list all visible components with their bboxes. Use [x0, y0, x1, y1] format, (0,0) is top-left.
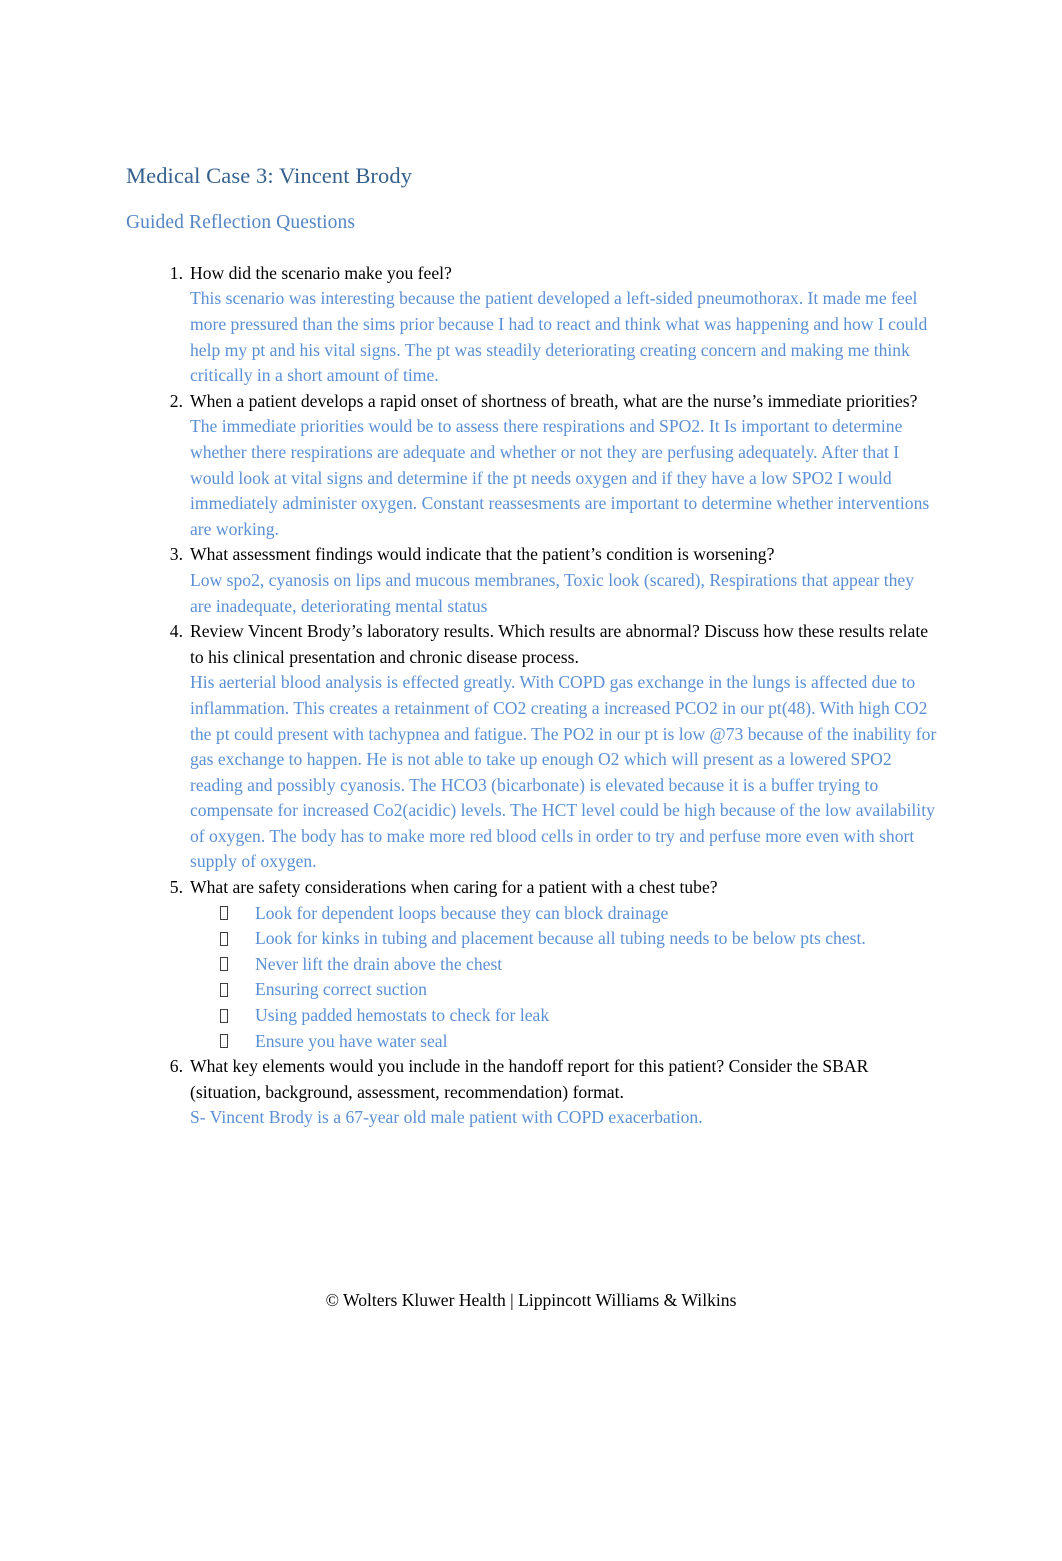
list-item: 5. What are safety considerations when c…	[126, 875, 938, 1054]
bullet-text: Ensuring correct suction	[255, 979, 427, 1000]
missing-glyph-box-icon	[220, 1034, 228, 1049]
document-body: Medical Case 3: Vincent Brody Guided Ref…	[126, 162, 938, 1131]
list-item: Never lift the drain above the chest	[190, 952, 938, 978]
safety-considerations-list: Look for dependent loops because they ca…	[190, 901, 938, 1055]
bullet-text: Using padded hemostats to check for leak	[255, 1005, 550, 1026]
bullet-text: Look for kinks in tubing and placement b…	[255, 928, 866, 949]
list-item: 3. What assessment findings would indica…	[126, 542, 938, 619]
missing-glyph-box-icon	[220, 931, 228, 946]
question-number: 2.	[169, 390, 183, 411]
missing-glyph-box-icon	[220, 957, 228, 972]
list-item: 1. How did the scenario make you feel? T…	[126, 261, 938, 389]
bullet-text: Look for dependent loops because they ca…	[255, 902, 669, 923]
question-number: 1.	[169, 262, 183, 283]
list-item: 2. When a patient develops a rapid onset…	[126, 389, 938, 543]
question-number: 6.	[169, 1056, 183, 1077]
page-title: Medical Case 3: Vincent Brody	[126, 163, 413, 188]
answer-text: S- Vincent Brody is a 67-year old male p…	[190, 1107, 703, 1128]
list-item: Ensuring correct suction	[190, 977, 938, 1003]
guided-reflection-question-list: 1. How did the scenario make you feel? T…	[126, 261, 938, 1131]
list-item: Using padded hemostats to check for leak	[190, 1003, 938, 1029]
answer-text: This scenario was interesting because th…	[190, 288, 928, 386]
question-number: 5.	[169, 877, 183, 898]
question-text: What key elements would you include in t…	[190, 1056, 869, 1102]
list-item: 4. Review Vincent Brody’s laboratory res…	[126, 619, 938, 875]
answer-text: His aerterial blood analysis is effected…	[190, 672, 937, 872]
question-text: Review Vincent Brody’s laboratory result…	[190, 621, 929, 667]
missing-glyph-box-icon	[220, 982, 228, 997]
page-subtitle: Guided Reflection Questions	[126, 212, 356, 234]
list-item: Ensure you have water seal	[190, 1029, 938, 1055]
question-text: What are safety considerations when cari…	[190, 877, 718, 898]
missing-glyph-box-icon	[220, 1008, 228, 1023]
bullet-text: Never lift the drain above the chest	[255, 953, 503, 974]
document-page: Medical Case 3: Vincent Brody Guided Ref…	[0, 0, 1062, 1561]
list-item: Look for dependent loops because they ca…	[190, 901, 938, 927]
answer-text: The immediate priorities would be to ass…	[190, 416, 930, 539]
question-text: When a patient develops a rapid onset of…	[190, 390, 918, 411]
question-text: How did the scenario make you feel?	[190, 262, 452, 283]
bullet-text: Ensure you have water seal	[255, 1030, 448, 1051]
question-number: 3.	[169, 544, 183, 565]
answer-text: Low spo2, cyanosis on lips and mucous me…	[190, 569, 915, 616]
question-number: 4.	[169, 621, 183, 642]
missing-glyph-box-icon	[220, 906, 228, 921]
question-text: What assessment findings would indicate …	[190, 544, 775, 565]
page-footer: © Wolters Kluwer Health | Lippincott Wil…	[325, 1290, 737, 1310]
list-item: Look for kinks in tubing and placement b…	[190, 926, 938, 952]
list-item: 6. What key elements would you include i…	[126, 1054, 938, 1131]
